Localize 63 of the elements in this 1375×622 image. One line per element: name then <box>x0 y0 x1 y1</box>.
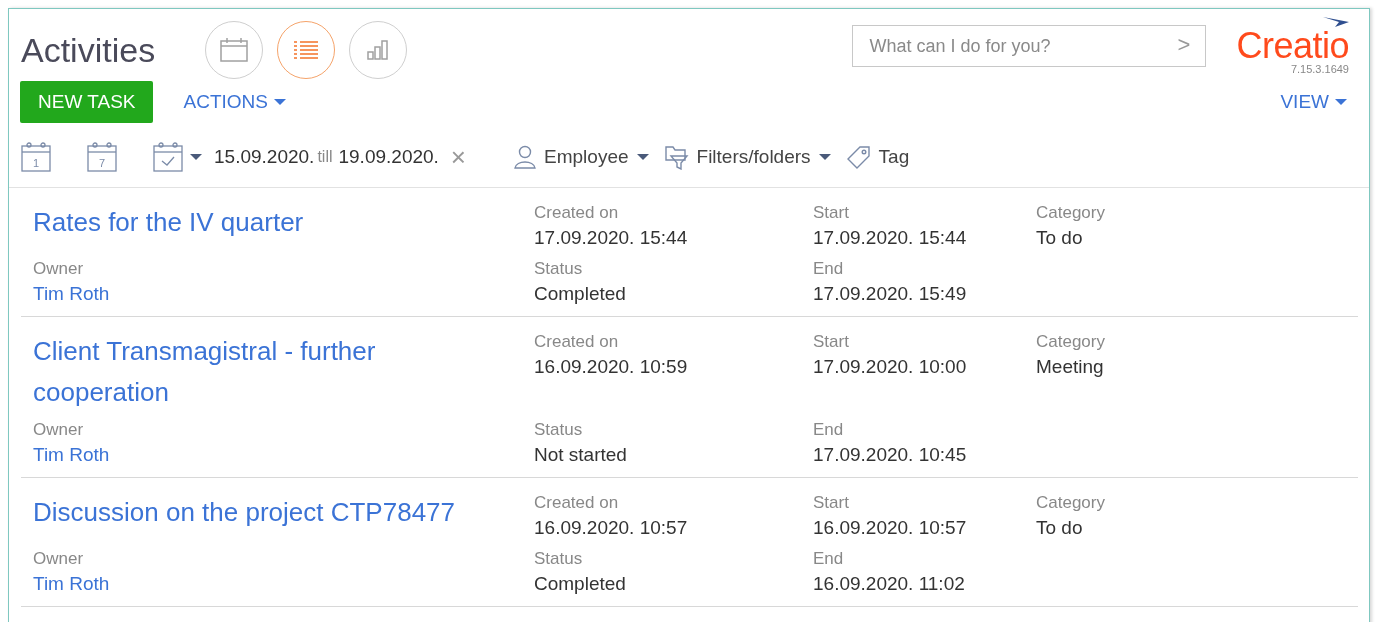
field-label: Start <box>813 492 850 514</box>
field-value: To do <box>1036 516 1084 540</box>
field-value: 16.09.2020. 10:57 <box>813 516 968 540</box>
owner-link[interactable]: Tim Roth <box>33 280 534 308</box>
field-value: Completed <box>534 282 627 306</box>
tag-filter-button[interactable]: Tag <box>846 145 910 169</box>
activity-title-link[interactable]: Discussion on the project CTP78477 <box>33 492 534 542</box>
week-calendar-button[interactable]: 7 <box>87 142 119 172</box>
day-calendar-button[interactable]: 1 <box>21 142 53 172</box>
field-value: To do <box>1036 226 1084 250</box>
field-label: Owner <box>33 548 85 570</box>
tag-icon <box>846 145 871 169</box>
version-label: 7.15.3.1649 <box>1290 63 1349 75</box>
field-value: 17.09.2020. 10:45 <box>813 443 968 467</box>
owner-link[interactable]: Tim Roth <box>33 570 534 598</box>
field-value: 17.09.2020. 15:44 <box>534 226 689 250</box>
folder-filter-icon <box>664 144 689 170</box>
field-value: 16.09.2020. 10:59 <box>534 355 689 379</box>
period-end: 19.09.2020. <box>338 146 439 168</box>
employee-filter-button[interactable]: Employee <box>514 145 649 169</box>
field-label: Status <box>534 548 584 570</box>
field-label: Created on <box>534 202 620 224</box>
field-label: End <box>813 258 845 280</box>
field-label: Start <box>813 331 850 353</box>
logo-mark-icon <box>1323 17 1349 27</box>
field-label: Created on <box>534 331 620 353</box>
field-value: 17.09.2020. 15:49 <box>813 282 968 306</box>
chevron-icon: > <box>1177 32 1191 58</box>
person-icon <box>514 145 537 169</box>
field-label: Status <box>534 258 584 280</box>
list-icon <box>294 40 319 60</box>
clear-period-button[interactable]: × <box>450 144 467 170</box>
field-label: Category <box>1036 492 1106 514</box>
activity-title-link[interactable]: Rates for the IV quarter <box>33 202 534 252</box>
field-value: 16.09.2020. 11:02 <box>813 572 966 596</box>
owner-link[interactable]: Tim Roth <box>33 441 534 469</box>
period-calendar-button[interactable] <box>153 142 202 172</box>
field-label: Category <box>1036 331 1106 353</box>
bar-chart-icon <box>367 40 390 60</box>
field-label: Owner <box>33 258 85 280</box>
logo: Creatio <box>1236 27 1349 65</box>
field-label: End <box>813 548 845 570</box>
field-label: Created on <box>534 492 620 514</box>
field-label: Status <box>534 419 584 441</box>
period-separator: till <box>317 148 333 166</box>
page-title: Activities <box>21 30 156 70</box>
actions-menu-button[interactable]: ACTIONS <box>183 91 286 113</box>
new-task-button[interactable]: NEW TASK <box>20 81 154 123</box>
field-value: 16.09.2020. 10:57 <box>534 516 689 540</box>
field-value: 17.09.2020. 10:00 <box>813 355 968 379</box>
field-label: Owner <box>33 419 85 441</box>
period-start: 15.09.2020. <box>214 146 315 168</box>
field-value: Meeting <box>1036 355 1105 379</box>
field-value: Completed <box>534 572 627 596</box>
field-label: End <box>813 419 845 441</box>
field-label: Category <box>1036 202 1106 224</box>
field-label: Start <box>813 202 850 224</box>
field-value: 17.09.2020. 15:44 <box>813 226 968 250</box>
folders-filter-button[interactable]: Filters/folders <box>664 144 831 170</box>
calendar-icon <box>220 38 249 62</box>
field-value: Not started <box>534 443 628 467</box>
activity-title-link[interactable]: Client Transmagistral - further cooperation <box>33 331 534 413</box>
view-menu-button[interactable]: VIEW <box>1280 91 1347 113</box>
